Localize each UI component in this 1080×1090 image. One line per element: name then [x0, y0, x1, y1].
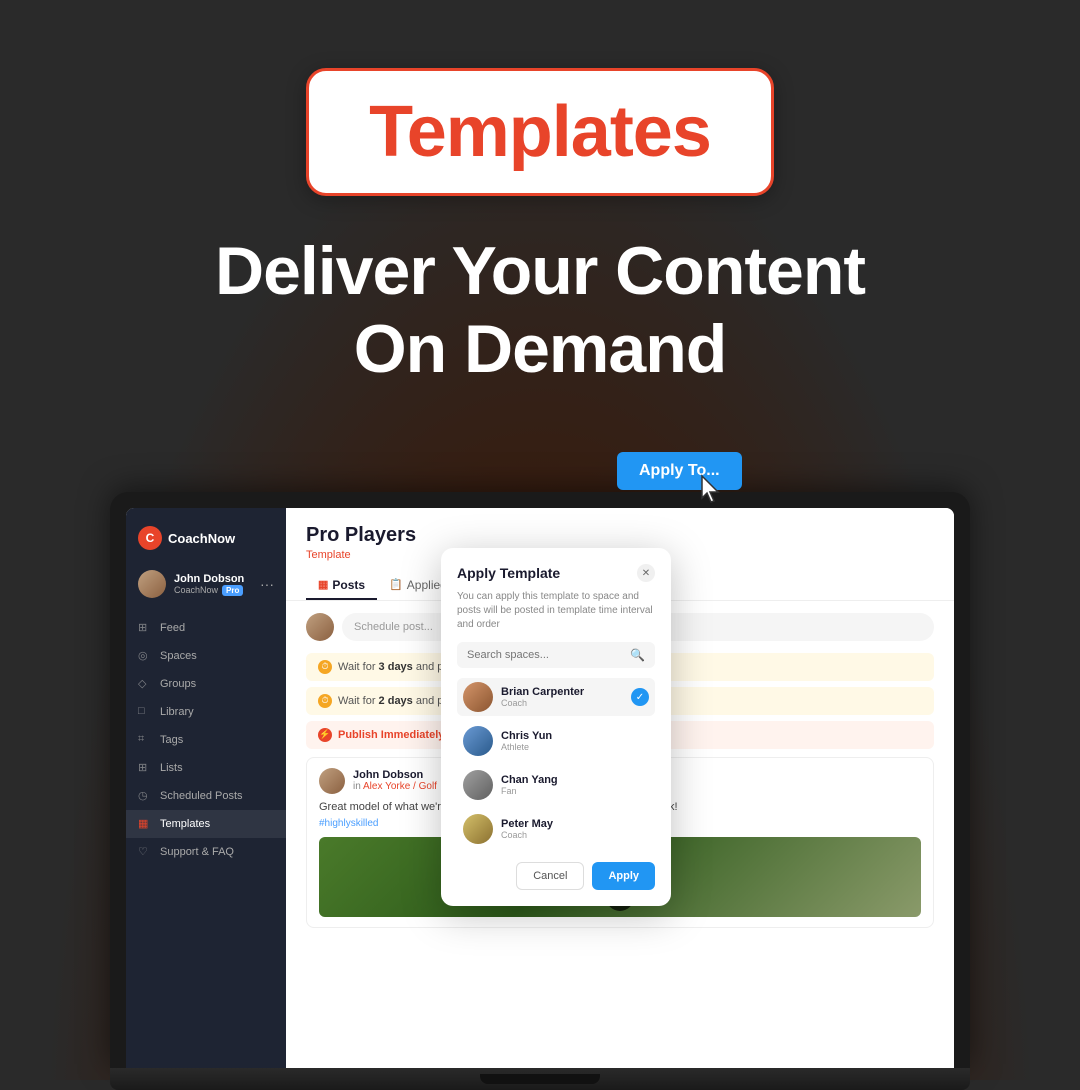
user-name-chris: Chris Yun [501, 730, 649, 742]
search-icon: 🔍 [630, 648, 645, 662]
modal-close-button[interactable]: ✕ [637, 564, 655, 582]
user-name-brian: Brian Carpenter [501, 686, 623, 698]
sidebar-item-lists[interactable]: ⊞ Lists [126, 754, 286, 782]
laptop-mockup: C CoachNow John Dobson CoachNow Pro ·· [110, 492, 970, 1090]
modal-title: Apply Template [457, 565, 560, 581]
user-avatar-brian [463, 682, 493, 712]
content-wrapper: Templates Deliver Your Content On Demand… [0, 0, 1080, 1080]
sidebar-item-scheduled[interactable]: ◷ Scheduled Posts [126, 782, 286, 810]
sidebar: C CoachNow John Dobson CoachNow Pro ·· [126, 508, 286, 1068]
user-avatar [138, 570, 166, 598]
sidebar-item-groups[interactable]: ◇ Groups [126, 670, 286, 698]
user-avatar-chris [463, 726, 493, 756]
lists-icon: ⊞ [138, 761, 152, 775]
cursor-icon [698, 474, 730, 506]
user-info-chan: Chan Yang Fan [501, 774, 649, 796]
user-info-chris: Chris Yun Athlete [501, 730, 649, 752]
sidebar-item-tags[interactable]: ⌗ Tags [126, 726, 286, 754]
sidebar-item-spaces[interactable]: ◎ Spaces [126, 642, 286, 670]
tab-posts[interactable]: ▦ Posts [306, 571, 377, 600]
spaces-icon: ◎ [138, 649, 152, 663]
user-name: John Dobson [174, 573, 252, 585]
main-title: Pro Players [306, 524, 934, 547]
modal-description: You can apply this template to space and… [457, 590, 655, 632]
headline: Deliver Your Content On Demand [215, 232, 865, 388]
templates-badge: Templates [306, 68, 774, 196]
cancel-button[interactable]: Cancel [516, 862, 584, 890]
publish-icon: ⚡ [318, 728, 332, 742]
user-name-peter: Peter May [501, 818, 649, 830]
tags-icon: ⌗ [138, 733, 152, 747]
user-item-chris[interactable]: Chris Yun Athlete [457, 722, 655, 760]
post-location: in Alex Yorke / Golf [353, 781, 437, 792]
scheduled-icon: ◷ [138, 789, 152, 803]
search-box[interactable]: 🔍 [457, 642, 655, 668]
templates-badge-text: Templates [369, 92, 711, 172]
wait-icon-2: ⏱ [318, 694, 332, 708]
post-author-name: John Dobson [353, 769, 437, 781]
laptop-notch [480, 1074, 600, 1084]
apply-template-modal: Apply Template ✕ You can apply this temp… [441, 548, 671, 906]
sidebar-item-feed[interactable]: ⊞ Feed [126, 614, 286, 642]
main-content: Pro Players Template ▦ Posts 📋 [286, 508, 954, 1068]
laptop-base [110, 1068, 970, 1090]
groups-icon: ◇ [138, 677, 152, 691]
sidebar-item-support[interactable]: ♡ Support & FAQ [126, 838, 286, 866]
post-author-avatar [319, 768, 345, 794]
library-icon: □ [138, 705, 152, 719]
user-item-chan[interactable]: Chan Yang Fan [457, 766, 655, 804]
user-role-peter: Coach [501, 830, 649, 840]
headline-line1: Deliver Your Content [215, 232, 865, 310]
sidebar-brand: C CoachNow [126, 520, 286, 562]
feed-icon: ⊞ [138, 621, 152, 635]
user-list: Brian Carpenter Coach ✓ Chris Yun Athlet… [457, 678, 655, 848]
laptop-screen-frame: C CoachNow John Dobson CoachNow Pro ·· [110, 492, 970, 1068]
user-role-brian: Coach [501, 698, 623, 708]
search-input[interactable] [467, 649, 624, 661]
sidebar-item-library[interactable]: □ Library [126, 698, 286, 726]
sidebar-dots[interactable]: ··· [260, 576, 274, 592]
user-item-peter[interactable]: Peter May Coach [457, 810, 655, 848]
user-info-brian: Brian Carpenter Coach [501, 686, 623, 708]
sidebar-item-templates[interactable]: ▦ Templates [126, 810, 286, 838]
user-sub: CoachNow Pro [174, 585, 252, 596]
brand-name: CoachNow [168, 531, 235, 546]
user-avatar-chan [463, 770, 493, 800]
user-role-chris: Athlete [501, 742, 649, 752]
brand-logo: C [138, 526, 162, 550]
user-role-chan: Fan [501, 786, 649, 796]
sidebar-user: John Dobson CoachNow Pro ··· [126, 562, 286, 606]
user-info-peter: Peter May Coach [501, 818, 649, 840]
apply-button[interactable]: Apply [592, 862, 655, 890]
headline-line2: On Demand [215, 310, 865, 388]
modal-actions: Cancel Apply [457, 862, 655, 890]
support-icon: ♡ [138, 845, 152, 859]
user-item-brian[interactable]: Brian Carpenter Coach ✓ [457, 678, 655, 716]
user-avatar-peter [463, 814, 493, 844]
templates-icon: ▦ [138, 817, 152, 831]
laptop-screen: C CoachNow John Dobson CoachNow Pro ·· [126, 508, 954, 1068]
user-name-chan: Chan Yang [501, 774, 649, 786]
schedule-avatar [306, 613, 334, 641]
user-info: John Dobson CoachNow Pro [174, 573, 252, 596]
modal-header: Apply Template ✕ [457, 564, 655, 582]
selected-check-brian: ✓ [631, 688, 649, 706]
wait-icon-1: ⏱ [318, 660, 332, 674]
